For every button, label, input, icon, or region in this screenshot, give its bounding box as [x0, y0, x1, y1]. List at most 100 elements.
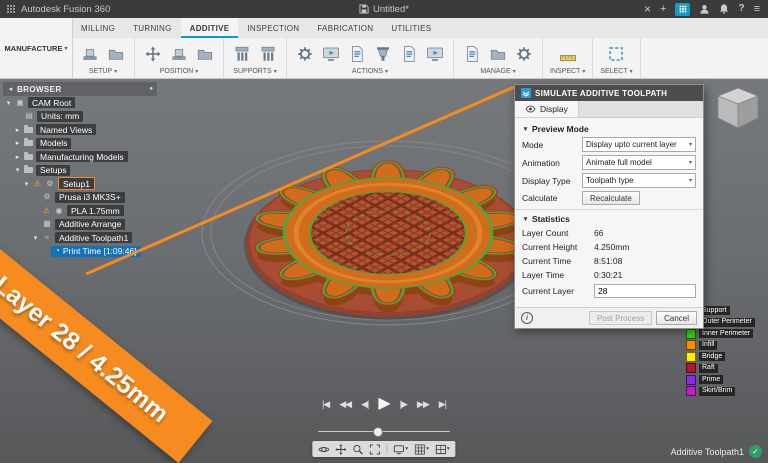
- menu-icon[interactable]: ≡: [754, 4, 760, 15]
- extensions-icon[interactable]: [675, 3, 690, 16]
- print-preview-button[interactable]: [424, 43, 446, 65]
- expand-caret-icon[interactable]: ▾: [23, 180, 30, 188]
- expand-caret-icon[interactable]: ▸: [14, 153, 21, 161]
- bar-support-button[interactable]: [257, 43, 279, 65]
- simulation-timeline-slider[interactable]: [318, 427, 450, 436]
- tab-fabrication[interactable]: FABRICATION: [308, 18, 382, 38]
- new-setup-button[interactable]: [79, 43, 101, 65]
- tab-milling[interactable]: MILLING: [72, 18, 124, 38]
- arrange-button[interactable]: [168, 43, 190, 65]
- collapse-browser-icon[interactable]: ◂: [7, 85, 14, 93]
- view-cube[interactable]: [712, 84, 764, 139]
- animation-select[interactable]: Animate full model ▾: [582, 155, 696, 170]
- tab-turning[interactable]: TURNING: [124, 18, 181, 38]
- move-components-button[interactable]: [142, 43, 164, 65]
- position-group-label[interactable]: POSITION▾: [160, 68, 198, 75]
- browser-header[interactable]: ◂ BROWSER ●: [3, 82, 157, 96]
- mode-select[interactable]: Display upto current layer ▾: [582, 137, 696, 152]
- viewports-icon[interactable]: ▾: [435, 444, 450, 455]
- tree-item-setup1[interactable]: ▾ ⚠ ⚙ Setup1: [3, 177, 157, 191]
- expand-caret-icon[interactable]: ▸: [14, 139, 21, 147]
- setup-group-label[interactable]: SETUP▾: [89, 68, 117, 75]
- inspect-group-label[interactable]: INSPECT▾: [550, 68, 585, 75]
- dialog-header[interactable]: SIMULATE ADDITIVE TOOLPATH: [515, 85, 703, 101]
- tree-item-additive-arrange[interactable]: ▦ Additive Arrange: [3, 218, 157, 232]
- close-document-icon[interactable]: ×: [644, 3, 651, 15]
- tree-item-print-time[interactable]: ◔Print Time [1:09:46]: [3, 245, 157, 259]
- skip-to-end-button[interactable]: ▶|: [439, 400, 446, 409]
- tree-item-material[interactable]: ⚠ ◉ PLA 1.75mm: [3, 204, 157, 218]
- simulate-toolpath-button[interactable]: [320, 43, 342, 65]
- post-process-button[interactable]: [372, 43, 394, 65]
- tree-item-manufacturing-models[interactable]: ▸ Manufacturing Models: [3, 150, 157, 164]
- orbit-icon[interactable]: [318, 444, 329, 455]
- export-gcode-button[interactable]: [398, 43, 420, 65]
- tab-additive[interactable]: ADDITIVE: [181, 18, 239, 38]
- tab-utilities[interactable]: UTILITIES: [382, 18, 440, 38]
- browser-handle-icon[interactable]: ●: [149, 86, 153, 92]
- skip-to-start-button[interactable]: |◀: [322, 400, 329, 409]
- tree-item-named-views[interactable]: ▸ Named Views: [3, 123, 157, 137]
- save-icon[interactable]: [359, 4, 369, 14]
- machine-file-button[interactable]: [346, 43, 368, 65]
- workspace-selector[interactable]: MANUFACTURE ▾: [0, 18, 73, 79]
- legend-item-inner-perimeter: Inner Perimeter: [686, 329, 755, 338]
- fast-backward-button[interactable]: ◀◀: [339, 400, 351, 409]
- tree-item-printer[interactable]: ⚙ Prusa i3 MK3S+: [3, 191, 157, 205]
- preview-mode-section-header[interactable]: ▾ Preview Mode: [522, 124, 696, 134]
- recalculate-button[interactable]: Recalculate: [582, 191, 640, 205]
- display-settings-icon[interactable]: ▾: [393, 444, 408, 455]
- app-grid-icon[interactable]: [6, 4, 16, 14]
- step-back-button[interactable]: ◀|: [361, 400, 368, 409]
- generate-toolpath-button[interactable]: [294, 43, 316, 65]
- viewport-canvas[interactable]: Layer 28 / 4.25mm ◂ BROWSER ● ▾ ▣ CAM Ro…: [0, 78, 768, 463]
- user-profile-icon[interactable]: [699, 3, 710, 15]
- info-icon[interactable]: i: [521, 312, 533, 324]
- fast-forward-button[interactable]: ▶▶: [417, 400, 429, 409]
- zoom-icon[interactable]: [352, 444, 363, 455]
- tab-inspection[interactable]: INSPECTION: [238, 18, 308, 38]
- actions-group-label[interactable]: ACTIONS▾: [352, 68, 388, 75]
- notifications-bell-icon[interactable]: [719, 3, 729, 15]
- help-icon[interactable]: ?: [738, 4, 744, 14]
- manage-group-label[interactable]: MANAGE▾: [480, 68, 515, 75]
- filament-spool-icon: ◉: [54, 207, 64, 215]
- grid-settings-icon[interactable]: ▾: [414, 444, 429, 455]
- slider-track[interactable]: [318, 431, 450, 432]
- step-forward-button[interactable]: |▶: [400, 400, 407, 409]
- tree-item-cam-root[interactable]: ▾ ▣ CAM Root: [3, 96, 157, 110]
- tree-item-additive-toolpath[interactable]: ▾ ≈ Additive Toolpath1: [3, 231, 157, 245]
- tree-item-units[interactable]: ▤ Units: mm: [3, 110, 157, 124]
- expand-caret-icon[interactable]: ▾: [32, 234, 39, 242]
- supports-group-label[interactable]: SUPPORTS▾: [233, 68, 276, 75]
- expand-caret-icon[interactable]: ▸: [14, 126, 21, 134]
- expand-caret-icon[interactable]: ▾: [14, 166, 21, 174]
- machine-library-button[interactable]: [513, 43, 535, 65]
- tree-item-setups[interactable]: ▾ Setups: [3, 164, 157, 178]
- new-folder-button[interactable]: [105, 43, 127, 65]
- tree-item-models[interactable]: ▸ Models: [3, 137, 157, 151]
- toolpath-list-button[interactable]: [461, 43, 483, 65]
- tab-display[interactable]: Display: [515, 101, 579, 117]
- volume-support-button[interactable]: [231, 43, 253, 65]
- platform-button[interactable]: [194, 43, 216, 65]
- statistics-section-header[interactable]: ▾ Statistics: [522, 214, 696, 224]
- current-layer-input[interactable]: [594, 284, 696, 298]
- add-icon[interactable]: +: [660, 4, 666, 15]
- post-process-button[interactable]: Post Process: [589, 311, 652, 325]
- folder-icon: [24, 127, 33, 133]
- measure-button[interactable]: [557, 43, 579, 65]
- pan-icon[interactable]: [335, 444, 346, 455]
- fit-view-icon[interactable]: [369, 444, 380, 455]
- cancel-button[interactable]: Cancel: [656, 311, 697, 325]
- templates-button[interactable]: [487, 43, 509, 65]
- job-status-icon[interactable]: ✓: [749, 445, 762, 458]
- play-button[interactable]: ▶: [378, 396, 389, 412]
- expand-caret-icon[interactable]: ▾: [5, 99, 12, 107]
- select-group-label[interactable]: SELECT▾: [600, 68, 632, 75]
- legend-item-infill: Infill: [686, 341, 755, 350]
- slider-handle[interactable]: [373, 427, 383, 437]
- fusion360-window: Autodesk Fusion 360 Untitled* × + ? ≡ MA…: [0, 0, 768, 463]
- display-type-select[interactable]: Toolpath type ▾: [582, 173, 696, 188]
- window-select-button[interactable]: [605, 43, 627, 65]
